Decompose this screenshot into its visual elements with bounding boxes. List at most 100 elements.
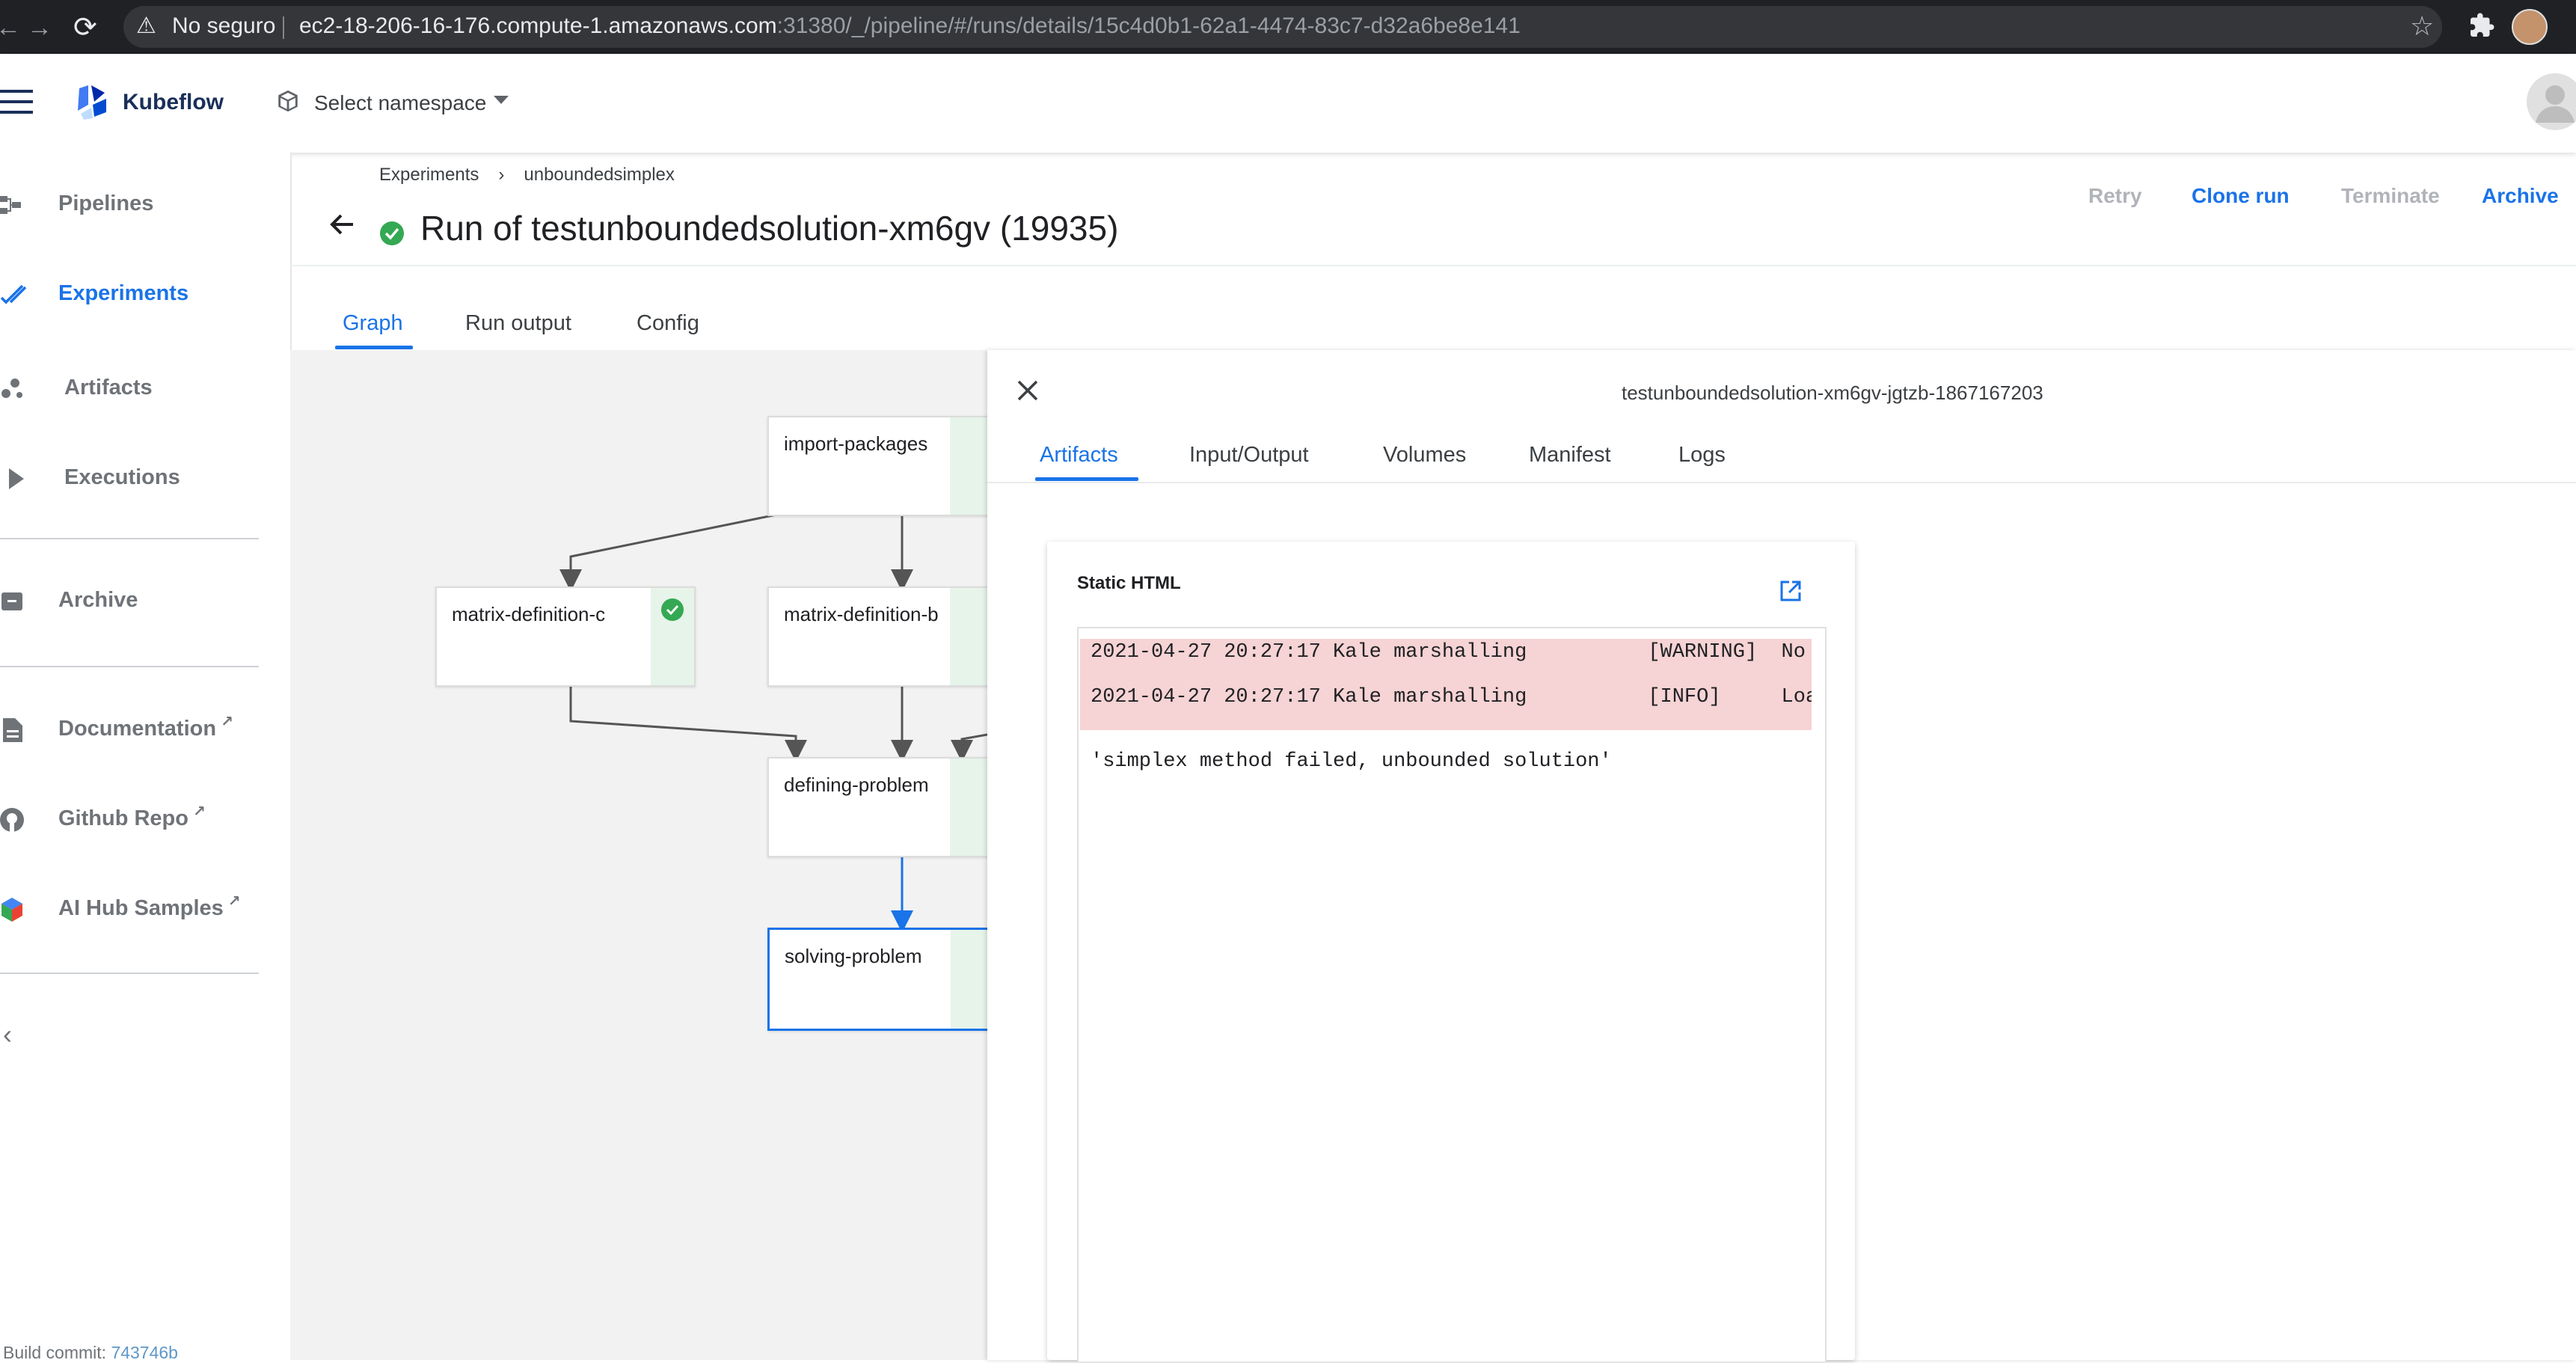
bookmark-star-icon[interactable]: ☆	[2410, 10, 2434, 42]
back-arrow-icon[interactable]	[328, 209, 358, 239]
github-icon	[0, 808, 24, 832]
node-status-stripe	[950, 417, 987, 515]
menu-icon[interactable]	[0, 87, 33, 117]
page-title: Run of testunboundedsolution-xm6gv (1993…	[420, 209, 1119, 248]
archive-icon	[1, 592, 22, 610]
active-tab-indicator	[1035, 477, 1138, 481]
reload-icon[interactable]: ⟳	[73, 10, 97, 44]
node-label: import-packages	[784, 432, 928, 455]
node-label: matrix-definition-b	[784, 603, 939, 625]
ai-hub-label: AI Hub Samples	[58, 896, 224, 920]
artifacts-icon	[1, 379, 22, 398]
edge-matrix-c-to-defining	[569, 684, 807, 762]
sidebar: Pipelines Experiments Artifacts Executio…	[0, 153, 292, 1360]
breadcrumb-experiments[interactable]: Experiments	[379, 165, 479, 185]
breadcrumb-separator: ›	[498, 165, 505, 185]
close-icon[interactable]	[1014, 377, 1041, 404]
experiments-check-icon	[0, 284, 27, 304]
success-check-icon	[661, 598, 684, 621]
node-label: matrix-definition-c	[452, 603, 606, 625]
sidebar-item-label: Experiments	[58, 281, 189, 305]
edge-import-to-matrix-c	[559, 512, 785, 592]
security-label[interactable]: No seguro	[172, 13, 275, 39]
collapse-sidebar-icon[interactable]: ‹	[3, 1019, 12, 1050]
open-in-new-icon[interactable]	[1779, 579, 1803, 603]
sidebar-item-label: Artifacts	[64, 376, 153, 399]
header-divider	[290, 265, 2576, 266]
active-tab-indicator	[335, 346, 413, 349]
namespace-cube-icon[interactable]	[275, 88, 301, 114]
breadcrumb: Experiments › unboundedsimplex	[379, 165, 675, 186]
pipelines-icon	[0, 196, 21, 214]
tab-run-output[interactable]: Run output	[465, 311, 571, 336]
documentation-label: Documentation	[58, 717, 217, 741]
browser-back-icon[interactable]: ←	[0, 13, 21, 43]
graph-node-matrix-definition-b[interactable]: matrix-definition-b	[767, 586, 987, 687]
play-icon	[9, 468, 24, 489]
external-link-icon: ↗	[192, 803, 206, 820]
url-text[interactable]: ec2-18-206-16-176.compute-1.amazonaws.co…	[299, 13, 1521, 39]
log-line: 2021-04-27 20:27:17 Kale marshalling [WA…	[1091, 641, 1812, 664]
github-repo-label: Github Repo	[58, 806, 188, 830]
browser-forward-icon[interactable]: →	[27, 13, 52, 43]
chevron-down-icon[interactable]	[494, 96, 509, 104]
graph-node-solving-problem[interactable]: solving-problem	[767, 928, 987, 1031]
node-label: defining-problem	[784, 774, 929, 796]
sidebar-divider	[0, 538, 259, 539]
graph-node-matrix-definition-c[interactable]: matrix-definition-c	[435, 586, 696, 687]
archive-button[interactable]: Archive	[2482, 184, 2559, 208]
graph-node-import-packages[interactable]: import-packages	[767, 416, 987, 516]
sidebar-item-label: Documentation ↗	[58, 714, 233, 741]
sidebar-item-label: Pipelines	[58, 192, 154, 215]
log-output: 2021-04-27 20:27:17 Kale marshalling [WA…	[1080, 639, 1812, 788]
app-title[interactable]: Kubeflow	[123, 90, 224, 115]
tabs-divider	[987, 482, 2576, 483]
node-status-stripe	[951, 930, 987, 1029]
graph-node-defining-problem[interactable]: defining-problem	[767, 757, 987, 857]
kubeflow-logo-icon[interactable]	[72, 82, 111, 121]
node-status-stripe	[950, 759, 987, 856]
success-status-icon	[380, 221, 404, 245]
tab-graph[interactable]: Graph	[343, 311, 403, 336]
sidebar-item-label: Archive	[58, 588, 138, 612]
tab-logs[interactable]: Logs	[1678, 443, 1726, 468]
browser-profile-avatar[interactable]	[2512, 9, 2548, 45]
tab-manifest[interactable]: Manifest	[1529, 443, 1611, 468]
log-line: 2021-04-27 20:27:17 Kale marshalling [IN…	[1091, 686, 1812, 708]
warning-icon[interactable]: ⚠	[136, 13, 156, 39]
sidebar-item-label: AI Hub Samples ↗	[58, 893, 241, 921]
person-icon	[2536, 85, 2575, 123]
build-commit-label: Build commit:	[3, 1343, 107, 1362]
url-path: :31380/_/pipeline/#/runs/details/15c4d0b…	[776, 13, 1521, 38]
node-id-title: testunboundedsolution-xm6gv-jgtzb-186716…	[1622, 382, 2043, 404]
tab-config[interactable]: Config	[637, 311, 699, 336]
result-message: 'simplex method failed, unbounded soluti…	[1091, 750, 1612, 773]
account-avatar[interactable]	[2527, 73, 2576, 130]
external-link-icon: ↗	[221, 714, 233, 730]
edge-offscreen-to-defining	[951, 733, 987, 762]
ai-hub-icon	[1, 898, 22, 922]
sidebar-item-label: Github Repo ↗	[58, 803, 206, 831]
tab-artifacts[interactable]: Artifacts	[1040, 443, 1118, 468]
clone-run-button[interactable]: Clone run	[2192, 184, 2290, 208]
breadcrumb-experiment-name[interactable]: unboundedsimplex	[524, 165, 674, 185]
external-link-icon: ↗	[227, 893, 241, 910]
extensions-icon[interactable]	[2468, 12, 2495, 39]
terminate-button[interactable]: Terminate	[2341, 184, 2440, 208]
namespace-selector[interactable]: Select namespace	[314, 91, 486, 115]
pipeline-graph[interactable]: import-packages matrix-definition-c matr…	[290, 350, 987, 1360]
node-label: solving-problem	[785, 945, 922, 967]
sidebar-item-label: Executions	[64, 465, 180, 489]
tab-volumes[interactable]: Volumes	[1383, 443, 1466, 468]
url-divider	[283, 16, 284, 39]
document-icon	[3, 718, 22, 742]
url-host: ec2-18-206-16-176.compute-1.amazonaws.co…	[299, 13, 777, 38]
tab-input-output[interactable]: Input/Output	[1189, 443, 1309, 468]
browser-toolbar: ← → ⟳ ⚠ No seguro ec2-18-206-16-176.comp…	[0, 0, 2576, 54]
sidebar-divider	[0, 666, 259, 667]
node-status-stripe	[950, 588, 987, 685]
artifact-card-title: Static HTML	[1077, 573, 1181, 593]
build-commit-link[interactable]: 743746b	[111, 1343, 178, 1362]
retry-button[interactable]: Retry	[2088, 184, 2142, 208]
sidebar-divider	[0, 973, 259, 974]
